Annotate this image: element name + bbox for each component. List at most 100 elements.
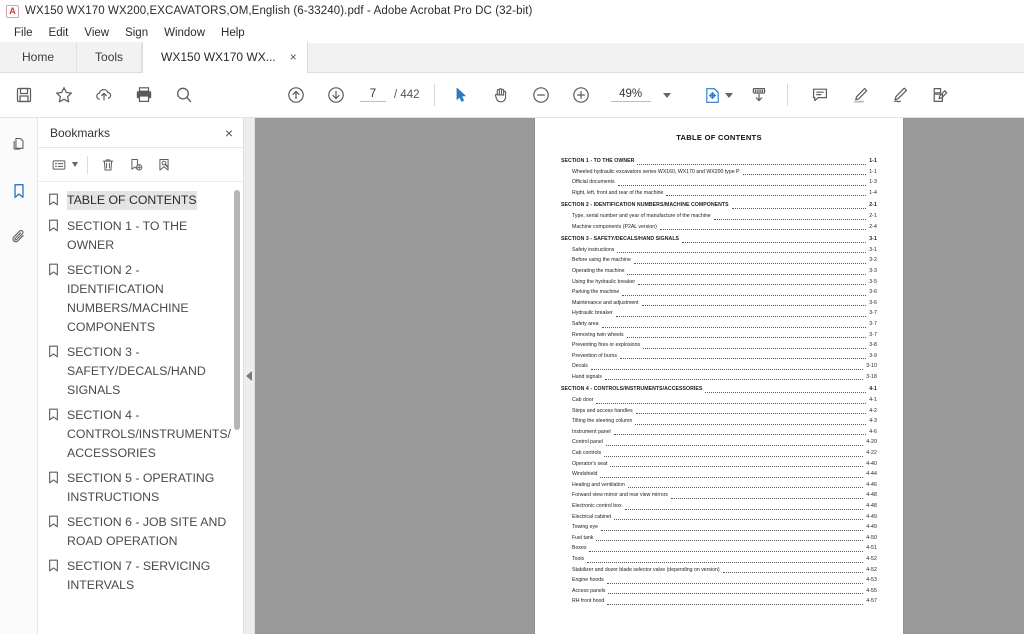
toc-entry-row[interactable]: Decals 3-10 [561,361,877,372]
menu-edit[interactable]: Edit [41,25,77,41]
toc-leader-dots [635,408,867,415]
toc-section-row[interactable]: SECTION 1 - TO THE OWNER 1-1 [561,156,877,167]
toc-entry-row[interactable]: Stabilizer and dozer blade selector valv… [561,565,877,576]
search-icon[interactable] [164,75,204,115]
toc-entry-row[interactable]: Type, serial number and year of manufact… [561,211,877,222]
bookmark-item-section-3[interactable]: SECTION 3 - SAFETY/DECALS/HAND SIGNALS [38,340,243,403]
toc-entry-row[interactable]: Cab door 4-1 [561,395,877,406]
toc-entry-row[interactable]: Operator's seat 4-40 [561,459,877,470]
toc-entry-row[interactable]: Boxes 4-51 [561,543,877,554]
page-thumbnails-icon[interactable] [4,130,34,160]
toc-entry-row[interactable]: Forward view mirror and rear view mirror… [561,490,877,501]
toc-entry-row[interactable]: Instrument panel 4-6 [561,427,877,438]
scroll-down-icon[interactable] [739,75,779,115]
bookmark-item-section-1[interactable]: SECTION 1 - TO THE OWNER [38,214,243,258]
toc-section-row[interactable]: SECTION 3 - SAFETY/DECALS/HAND SIGNALS 3-… [561,234,877,245]
toc-entry-row[interactable]: Control panel 4-20 [561,437,877,448]
toc-entry-row[interactable]: Heating and ventilation 4-46 [561,480,877,491]
bookmarks-scrollbar-thumb[interactable] [234,190,240,430]
sign-pen-icon[interactable] [880,75,920,115]
toc-leader-dots [637,159,867,165]
menu-window[interactable]: Window [156,25,213,41]
toc-entry-row[interactable]: Cab controls 4-22 [561,448,877,459]
minus-circle-icon[interactable] [521,75,561,115]
zoom-value[interactable]: 49% [610,88,651,102]
chevron-down-icon[interactable] [72,162,78,167]
tab-tools[interactable]: Tools [77,42,143,72]
arrow-up-circle-icon[interactable] [276,75,316,115]
bookmarks-icon[interactable] [4,176,34,206]
menu-sign[interactable]: Sign [117,25,156,41]
menu-view[interactable]: View [76,25,117,41]
star-icon[interactable] [44,75,84,115]
toc-entry-row[interactable]: Machine components (P2AL version) 2-4 [561,222,877,233]
bookmark-options-icon[interactable] [46,152,72,178]
toc-entry-row[interactable]: Wheeled hydraulic excavators series WX16… [561,167,877,178]
cursor-arrow-icon[interactable] [441,75,481,115]
find-bookmark-icon[interactable] [151,152,177,178]
bookmark-icon [48,408,60,426]
new-bookmark-icon[interactable] [123,152,149,178]
document-viewer[interactable]: TABLE OF CONTENTS SECTION 1 - TO THE OWN… [255,118,1024,634]
bookmark-item-table-of-contents[interactable]: TABLE OF CONTENTS [38,188,243,214]
bookmarks-scrollbar[interactable] [234,190,240,438]
toc-entry-row[interactable]: RH front hood 4-57 [561,596,877,607]
close-icon[interactable]: × [290,51,297,63]
toc-entry-row[interactable]: Prevention of burns 3-9 [561,351,877,362]
toc-entry-row[interactable]: Tilting the steering column 4-3 [561,416,877,427]
bookmark-item-section-7[interactable]: SECTION 7 - SERVICING INTERVALS [38,554,243,598]
comment-icon[interactable] [800,75,840,115]
toc-entry-row[interactable]: Electrical cabinet 4-49 [561,512,877,523]
save-icon[interactable] [4,75,44,115]
bookmark-item-section-2[interactable]: SECTION 2 - IDENTIFICATION NUMBERS/MACHI… [38,258,243,340]
chevron-down-icon[interactable] [662,92,671,98]
tab-home[interactable]: Home [0,42,78,72]
print-icon[interactable] [124,75,164,115]
toc-entry-row[interactable]: Maintenance and adjustment 3-6 [561,298,877,309]
toc-section-row[interactable]: SECTION 2 - IDENTIFICATION NUMBERS/MACHI… [561,200,877,211]
bookmark-item-section-5[interactable]: SECTION 5 - OPERATING INSTRUCTIONS [38,466,243,510]
bookmark-item-section-6[interactable]: SECTION 6 - JOB SITE AND ROAD OPERATION [38,510,243,554]
bookmark-item-section-4[interactable]: SECTION 4 - CONTROLS/INSTRUMENTS/ACCESSO… [38,403,243,466]
toc-entry-row[interactable]: Preventing fires or explosions 3-8 [561,340,877,351]
zoom-control[interactable]: 49% [610,88,671,102]
stamp-edit-icon[interactable] [920,75,960,115]
toc-entry-row[interactable]: Steps and access handles 4-2 [561,406,877,417]
bookmark-label: SECTION 7 - SERVICING INTERVALS [67,559,211,592]
menu-file[interactable]: File [6,25,41,41]
toc-entry-row[interactable]: Removing twin wheels 3-7 [561,330,877,341]
toc-entry-row[interactable]: Towing eye 4-49 [561,522,877,533]
document-heading: TABLE OF CONTENTS [676,133,762,142]
bookmarks-list[interactable]: TABLE OF CONTENTS SECTION 1 - TO THE OWN… [38,182,243,634]
toc-entry-row[interactable]: Hydraulic breaker 3-7 [561,308,877,319]
tab-document[interactable]: WX150 WX170 WX... × [142,42,308,73]
toc-section-row[interactable]: SECTION 4 - CONTROLS/INSTRUMENTS/ACCESSO… [561,384,877,395]
toc-entry-row[interactable]: Before using the machine 3-2 [561,255,877,266]
toc-entry-row[interactable]: Windshield 4-44 [561,469,877,480]
toc-entry-row[interactable]: Hand signals 3-18 [561,372,877,383]
attachments-icon[interactable] [4,222,34,252]
toc-entry-row[interactable]: Safety area 3-7 [561,319,877,330]
page-number-input[interactable]: 7 [360,88,386,102]
toc-entry-row[interactable]: Tools 4-52 [561,554,877,565]
toc-entry-row[interactable]: Engine hoods 4-53 [561,575,877,586]
toc-entry-row[interactable]: Safety instructions 3-1 [561,245,877,256]
toc-entry-row[interactable]: Right, left, front and rear of the machi… [561,188,877,199]
toc-entry-row[interactable]: Fuel tank 4-50 [561,533,877,544]
plus-circle-icon[interactable] [561,75,601,115]
toc-entry-row[interactable]: Official documents 1-3 [561,177,877,188]
highlight-pen-icon[interactable] [840,75,880,115]
menu-help[interactable]: Help [213,25,253,41]
hand-icon[interactable] [481,75,521,115]
collapse-panel-button[interactable] [244,118,255,634]
upload-cloud-icon[interactable] [84,75,124,115]
toc-entry-row[interactable]: Electronic control box 4-48 [561,501,877,512]
delete-bookmark-icon[interactable] [95,152,121,178]
toc-entry-row[interactable]: Access panels 4-55 [561,586,877,597]
toc-entry-row[interactable]: Parking the machine 3-6 [561,287,877,298]
close-icon[interactable]: × [225,126,233,140]
arrow-down-circle-icon[interactable] [316,75,356,115]
toc-entry-row[interactable]: Using the hydraulic breaker 3-5 [561,277,877,288]
toc-entry-row[interactable]: Operating the machine 3-3 [561,266,877,277]
chevron-down-icon[interactable] [724,92,733,98]
